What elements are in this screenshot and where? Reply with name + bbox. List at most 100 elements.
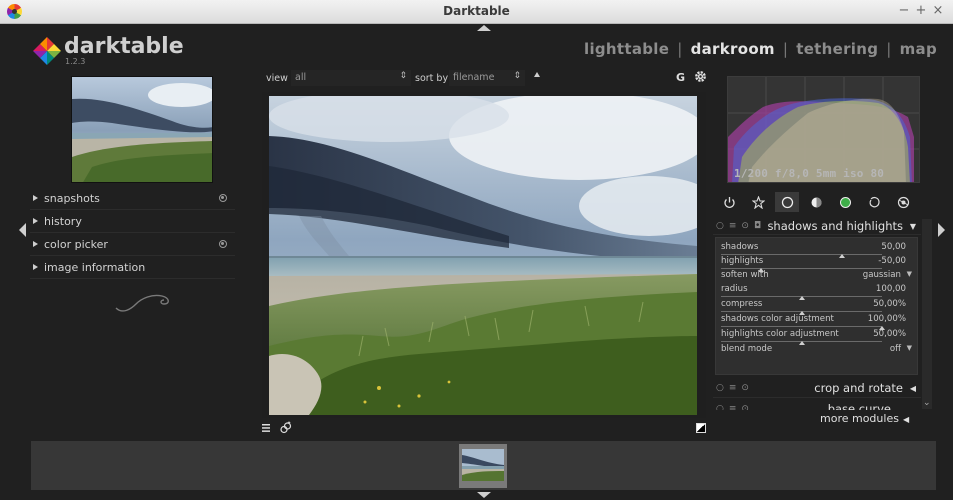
darktable-window: Darktable − + × darktable 1.2.3 lighttab…	[0, 0, 953, 500]
half-circle-icon[interactable]	[804, 192, 828, 212]
slider-compress[interactable]: compress 50,00%	[721, 298, 912, 315]
scroll-down-icon[interactable]: ⌄	[923, 398, 931, 408]
view-filter-select[interactable]: all ⇕	[291, 70, 411, 86]
combobox-soften-with[interactable]: soften with gaussian ▼	[721, 269, 912, 283]
combobox-label: soften with	[721, 270, 769, 280]
module-label: image information	[44, 261, 146, 274]
sort-select[interactable]: filename ⇕	[449, 70, 525, 86]
title-bar: Darktable − + ×	[0, 0, 953, 24]
combobox-label: blend mode	[721, 344, 773, 354]
module-reset-icon[interactable]: ⊙	[741, 404, 749, 410]
module-reset-icon[interactable]: ⊙	[741, 221, 749, 231]
overexposure-toggle-icon[interactable]	[696, 423, 706, 433]
maximize-button[interactable]: +	[914, 3, 928, 18]
collapse-arrow-icon[interactable]: ▼	[910, 222, 916, 231]
module-label: snapshots	[44, 192, 100, 205]
top-toolbar: view all ⇕ sort by filename ⇕ G	[262, 68, 710, 88]
power-icon[interactable]	[717, 192, 741, 212]
reset-icon[interactable]	[219, 240, 227, 248]
module-header-shadows-highlights[interactable]: ○ ≡ ⊙ ◘ shadows and highlights ▼	[713, 217, 921, 235]
filmstrip-thumbnail-image	[462, 449, 504, 481]
close-button[interactable]: ×	[931, 3, 945, 18]
exif-info: 1/200 f/8,0 5mm iso 80	[734, 167, 885, 180]
module-header-icons: ○ ≡ ⊙	[716, 383, 749, 393]
combobox-blend-mode[interactable]: blend mode off ▼	[721, 343, 912, 357]
right-panel-scrollbar[interactable]	[922, 219, 932, 409]
slider-shadows-color-adjustment[interactable]: shadows color adjustment 100,00%	[721, 313, 912, 330]
logo-name: darktable	[64, 34, 184, 59]
dropdown-arrow-icon: ▼	[906, 270, 912, 278]
more-modules-button[interactable]: more modules ◀	[820, 412, 909, 425]
expand-arrow-icon[interactable]: ◀	[910, 384, 916, 393]
star-icon[interactable]	[746, 192, 770, 212]
view-lighttable[interactable]: lighttable	[584, 40, 669, 58]
view-filter-label: view	[266, 73, 288, 84]
slider-highlights-color-adjustment[interactable]: highlights color adjustment 50,00%	[721, 328, 912, 345]
expand-arrow-icon	[33, 264, 38, 270]
view-switcher: lighttable | darkroom | tethering | map	[584, 40, 937, 58]
collapse-bottom-arrow-icon[interactable]	[477, 492, 491, 498]
expand-arrow-icon	[33, 218, 38, 224]
module-presets-icon[interactable]: ≡	[729, 221, 737, 231]
slider-value: 100,00%	[867, 314, 906, 324]
select-arrows-icon: ⇕	[399, 71, 407, 81]
effects-icon[interactable]	[891, 192, 915, 212]
slider-shadows[interactable]: shadows 50,00	[721, 241, 912, 258]
module-title: base curve	[827, 402, 891, 410]
reset-icon[interactable]	[219, 194, 227, 202]
main-image[interactable]	[269, 96, 697, 415]
minimize-button[interactable]: −	[897, 3, 911, 18]
rotate-icon[interactable]	[862, 192, 886, 212]
view-filter-value: all	[295, 72, 307, 83]
slider-highlights[interactable]: highlights -50,00	[721, 255, 912, 272]
module-power-icon[interactable]: ○	[716, 383, 724, 393]
gear-icon[interactable]	[694, 70, 707, 83]
slider-label: shadows color adjustment	[721, 314, 834, 324]
view-map[interactable]: map	[900, 40, 937, 58]
sort-order-icon[interactable]	[534, 72, 540, 77]
slider-radius[interactable]: radius 100,00	[721, 283, 912, 300]
view-separator: |	[677, 40, 683, 58]
grouping-button[interactable]: G	[676, 71, 685, 84]
view-separator: |	[782, 40, 789, 58]
module-power-icon[interactable]: ○	[716, 404, 724, 410]
module-header-base-curve[interactable]: ○ ≡ ⊙ base curve	[713, 400, 921, 410]
left-module-image-information[interactable]: image information	[30, 257, 235, 279]
left-module-snapshots[interactable]: snapshots	[30, 188, 235, 210]
navigation-image	[72, 77, 212, 182]
more-modules-label: more modules	[820, 412, 899, 425]
module-reset-icon[interactable]: ⊙	[741, 383, 749, 393]
slider-label: highlights color adjustment	[721, 329, 839, 339]
styles-icon[interactable]	[280, 421, 292, 434]
left-module-color-picker[interactable]: color picker	[30, 234, 235, 256]
module-instance-icon[interactable]: ◘	[754, 221, 761, 231]
collapse-top-arrow-icon[interactable]	[477, 25, 491, 31]
view-darkroom[interactable]: darkroom	[691, 40, 775, 58]
module-title: crop and rotate	[814, 381, 903, 395]
color-icon[interactable]	[833, 192, 857, 212]
collapse-left-arrow-icon[interactable]	[19, 223, 26, 237]
module-presets-icon[interactable]: ≡	[729, 404, 737, 410]
presets-menu-icon[interactable]	[262, 424, 270, 432]
module-header-crop-rotate[interactable]: ○ ≡ ⊙ crop and rotate ◀	[713, 378, 921, 398]
collapse-right-arrow-icon[interactable]	[938, 223, 945, 237]
slider-value: 50,00%	[873, 299, 906, 309]
module-label: history	[44, 215, 82, 228]
slider-value: -50,00	[878, 256, 906, 266]
filmstrip-thumbnail[interactable]	[459, 444, 507, 488]
module-label: color picker	[44, 238, 108, 251]
navigation-thumbnail[interactable]	[71, 76, 213, 183]
module-presets-icon[interactable]: ≡	[729, 383, 737, 393]
slider-value: 50,00%	[873, 329, 906, 339]
slider-value: 50,00	[881, 242, 906, 252]
sort-value: filename	[453, 72, 495, 83]
darktable-logo-icon	[33, 37, 61, 65]
circle-icon[interactable]	[775, 192, 799, 212]
left-module-history[interactable]: history	[30, 211, 235, 233]
module-power-icon[interactable]: ○	[716, 221, 724, 231]
sort-label: sort by	[415, 73, 449, 84]
combobox-value: off	[889, 344, 901, 354]
histogram[interactable]: 1/200 f/8,0 5mm iso 80	[727, 76, 920, 183]
shadows-highlights-panel: shadows 50,00 highlights -50,00 soften w…	[715, 237, 918, 375]
view-tethering[interactable]: tethering	[796, 40, 878, 58]
